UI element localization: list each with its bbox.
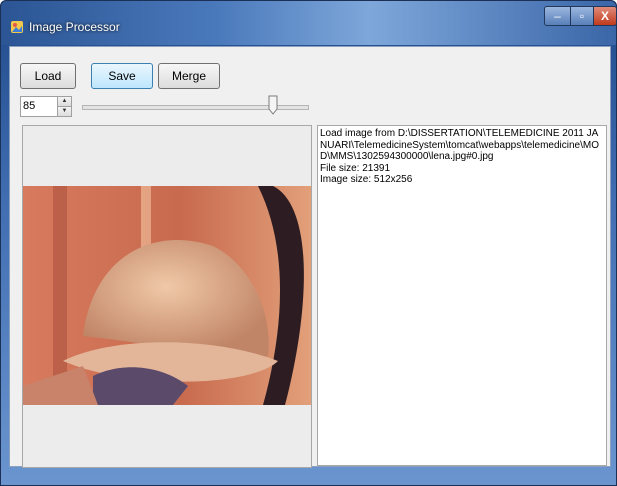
minimize-button[interactable]: – xyxy=(544,6,571,26)
maximize-button[interactable]: ▫ xyxy=(570,6,594,26)
stepper-up-icon[interactable]: ▲ xyxy=(57,97,71,107)
save-button[interactable]: Save xyxy=(91,63,153,89)
title-bar[interactable]: Image Processor – ▫ X xyxy=(1,1,617,45)
stepper-value[interactable]: 85 xyxy=(23,100,35,112)
quantity-stepper[interactable]: 85 ▲ ▼ xyxy=(20,96,72,117)
info-text: Load image from D:\DISSERTATION\TELEMEDI… xyxy=(320,128,599,185)
slider-thumb[interactable] xyxy=(268,95,278,115)
image-processor-window: Image Processor – ▫ X Load Save Merge 85… xyxy=(0,0,617,486)
stepper-down-icon[interactable]: ▼ xyxy=(57,107,71,116)
image-preview xyxy=(23,186,311,405)
app-icon xyxy=(11,21,23,33)
merge-button[interactable]: Merge xyxy=(158,63,220,89)
client-area: Load Save Merge 85 ▲ ▼ Load image from D… xyxy=(9,46,611,468)
load-button[interactable]: Load xyxy=(20,63,76,89)
info-panel[interactable]: Load image from D:\DISSERTATION\TELEMEDI… xyxy=(317,125,607,466)
window-title: Image Processor xyxy=(29,20,120,34)
picture-box xyxy=(22,125,312,468)
close-button[interactable]: X xyxy=(593,6,617,26)
